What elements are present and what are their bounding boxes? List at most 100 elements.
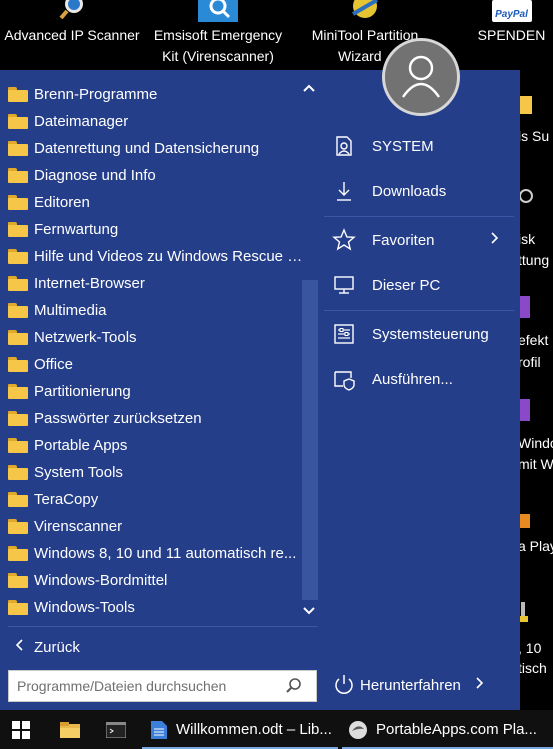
folder-item[interactable]: Editoren xyxy=(8,189,308,216)
run-icon xyxy=(332,367,356,391)
desktop-icon-advanced-ip-scanner[interactable]: Advanced IP Scanner xyxy=(0,0,144,48)
folder-item[interactable]: Fernwartung xyxy=(8,216,308,243)
desktop-fragment: efekt xyxy=(518,332,549,348)
shutdown-button[interactable]: Herunterfahren xyxy=(324,667,514,703)
folder-item[interactable]: Virenscanner xyxy=(8,513,308,540)
divider xyxy=(324,310,514,311)
folder-item[interactable]: Windows-Tools xyxy=(8,594,308,621)
desktop-icon-label: Advanced IP Scanner xyxy=(4,27,140,43)
folder-item[interactable]: System Tools xyxy=(8,459,308,486)
desktop-icon-label: SPENDEN xyxy=(477,27,546,43)
scrollbar[interactable] xyxy=(302,280,318,600)
control-panel-label: Systemsteuerung xyxy=(372,325,489,343)
user-silhouette-icon xyxy=(402,55,440,98)
system-label: SYSTEM xyxy=(372,137,434,155)
desktop-fragment: ttung xyxy=(518,252,550,268)
folder-icon xyxy=(8,573,28,588)
start-menu: Brenn-Programme Dateimanager Datenrettung … xyxy=(0,70,520,710)
folder-label: TeraCopy xyxy=(34,491,99,508)
folder-label: Office xyxy=(34,356,73,373)
system-user-folder[interactable]: SYSTEM xyxy=(324,128,514,164)
folder-item[interactable]: Office xyxy=(8,351,308,378)
folder-label: Virenscanner xyxy=(34,518,123,535)
desktop-fragment: mit W xyxy=(518,456,553,472)
folder-item[interactable]: TeraCopy xyxy=(8,486,308,513)
folder-icon xyxy=(8,492,28,507)
folder-item[interactable]: Dateimanager xyxy=(8,108,308,135)
start-button[interactable] xyxy=(0,710,42,749)
folder-item[interactable]: Datenrettung und Datensicherung xyxy=(8,135,308,162)
control-panel[interactable]: Systemsteuerung xyxy=(324,316,514,352)
folder-label: Portable Apps xyxy=(34,437,128,454)
downloads-label: Downloads xyxy=(372,182,447,200)
run-dialog[interactable]: Ausführen... xyxy=(324,361,514,397)
taskbar-item-label: PortableApps.com Pla... xyxy=(376,721,537,738)
folder-item[interactable]: Partitionierung xyxy=(8,378,308,405)
desktop-fragment: a Play xyxy=(518,538,553,554)
quick-access-panel: SYSTEM Downloads Favoriten Dieser PC Sys… xyxy=(324,70,520,710)
folder-item[interactable]: Hilfe und Videos zu Windows Rescue Li... xyxy=(8,243,308,270)
taskbar-libreoffice[interactable]: Willkommen.odt – Lib... xyxy=(142,710,338,749)
folder-icon xyxy=(8,114,28,129)
chevron-left-icon xyxy=(14,638,24,657)
folder-item[interactable]: Netzwerk-Tools xyxy=(8,324,308,351)
taskbar-item-label: Willkommen.odt – Lib... xyxy=(176,721,332,738)
search-box[interactable] xyxy=(8,670,317,702)
folder-label: Windows 8, 10 und 11 automatisch re... xyxy=(34,545,297,562)
desktop-fragment: ls Su xyxy=(518,128,550,144)
folder-icon xyxy=(8,303,28,318)
folder-icon xyxy=(8,195,28,210)
folder-icon xyxy=(8,411,28,426)
folder-label: Diagnose und Info xyxy=(34,167,156,184)
back-label: Zurück xyxy=(34,638,80,656)
folder-item[interactable]: Windows-Bordmittel xyxy=(8,567,308,594)
desktop-fragment: tisch xyxy=(518,660,547,676)
windows-logo-icon xyxy=(12,720,30,739)
folder-icon xyxy=(8,438,28,453)
shutdown-label: Herunterfahren xyxy=(360,676,461,694)
this-pc-label: Dieser PC xyxy=(372,276,441,294)
folder-icon xyxy=(8,141,28,156)
folder-label: Editoren xyxy=(34,194,90,211)
downloads-folder[interactable]: Downloads xyxy=(324,173,514,209)
taskbar-explorer[interactable] xyxy=(50,710,90,749)
chevron-right-icon xyxy=(490,231,500,250)
emsisoft-search-icon xyxy=(198,0,238,22)
folder-item[interactable]: Multimedia xyxy=(8,297,308,324)
folder-label: System Tools xyxy=(34,464,123,481)
favorites-menu[interactable]: Favoriten xyxy=(324,222,514,258)
screen: { "desktop": { "top_icons": [ {"label1":… xyxy=(0,0,553,749)
folder-item[interactable]: Passwörter zurücksetzen xyxy=(8,405,308,432)
magnifier-icon xyxy=(52,0,92,22)
folder-item[interactable]: Portable Apps xyxy=(8,432,308,459)
search-input[interactable] xyxy=(9,672,282,700)
this-pc[interactable]: Dieser PC xyxy=(324,267,514,303)
folder-item[interactable]: Brenn-Programme xyxy=(8,81,308,108)
folder-label: Passwörter zurücksetzen xyxy=(34,410,202,427)
folder-label: Windows-Bordmittel xyxy=(34,572,168,589)
scroll-down-chevron-icon[interactable] xyxy=(302,605,316,619)
folder-icon xyxy=(518,96,532,114)
scroll-up-chevron-icon[interactable] xyxy=(302,82,316,96)
folder-label: Internet-Browser xyxy=(34,275,145,292)
folder-label: Fernwartung xyxy=(34,221,119,238)
folder-item[interactable]: Diagnose und Info xyxy=(8,162,308,189)
run-label: Ausführen... xyxy=(372,370,453,388)
back-button[interactable]: Zurück xyxy=(14,635,80,659)
desktop-fragment: Windo xyxy=(518,435,553,451)
taskbar-portableapps[interactable]: PortableApps.com Pla... xyxy=(342,710,553,749)
folder-item[interactable]: Internet-Browser xyxy=(8,270,308,297)
folder-icon xyxy=(8,249,28,264)
desktop-icon-emsisoft[interactable]: Emsisoft Emergency Kit (Virenscanner) xyxy=(146,0,290,68)
chevron-right-icon[interactable] xyxy=(475,676,485,694)
taskbar-terminal[interactable] xyxy=(96,710,136,749)
folder-item[interactable]: Windows 8, 10 und 11 automatisch re... xyxy=(8,540,308,567)
folder-icon xyxy=(8,357,28,372)
desktop-icon-spenden[interactable]: PayPal SPENDEN xyxy=(470,0,553,48)
folder-icon xyxy=(8,222,28,237)
folder-label: Multimedia xyxy=(34,302,107,319)
user-avatar[interactable] xyxy=(382,38,460,116)
desktop-fragment: rofil xyxy=(518,354,541,370)
download-icon xyxy=(332,179,356,203)
search-icon[interactable] xyxy=(282,674,306,698)
